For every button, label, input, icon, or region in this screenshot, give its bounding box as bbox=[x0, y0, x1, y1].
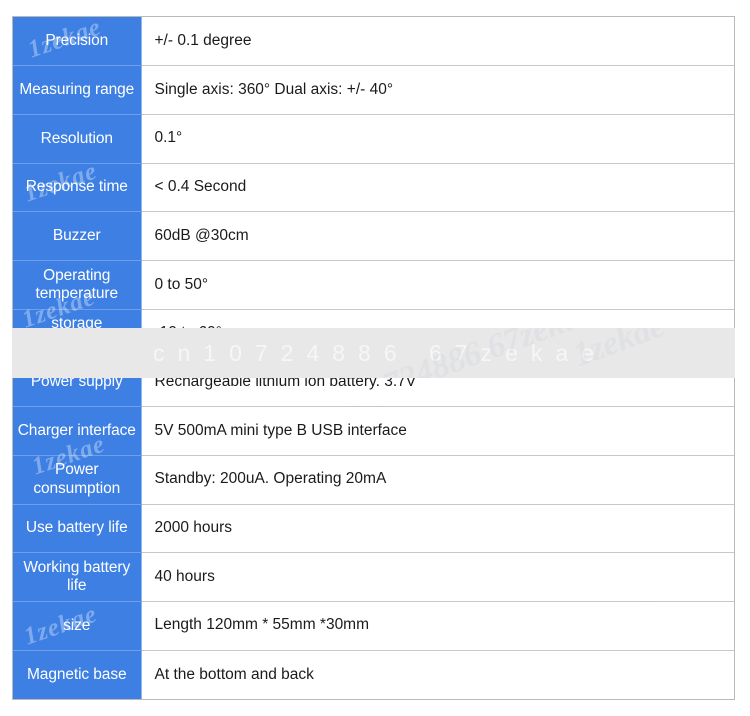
table-row: Charger interface 5V 500mA mini type B U… bbox=[13, 406, 734, 456]
table-row: Operating temperature 0 to 50° bbox=[13, 260, 734, 310]
spec-value-precision: +/- 0.1 degree bbox=[141, 17, 734, 67]
spec-label-resolution: Resolution bbox=[13, 114, 142, 164]
spec-value-operating-temperature: 0 to 50° bbox=[141, 260, 734, 310]
spec-value-power-supply: Rechargeable lithium ion battery. 3.7V bbox=[141, 357, 734, 408]
spec-value-size: Length 120mm * 55mm *30mm bbox=[141, 601, 734, 651]
table-row: Power consumption Standby: 200uA. Operat… bbox=[13, 455, 734, 505]
spec-label-response-time: Response time bbox=[13, 163, 142, 213]
spec-label-operating-temperature: Operating temperature bbox=[13, 260, 142, 310]
spec-value-power-consumption: Standby: 200uA. Operating 20mA bbox=[141, 455, 734, 505]
spec-value-storage-temperature: -10 to 60° bbox=[141, 309, 734, 359]
spec-label-use-battery-life: Use battery life bbox=[13, 504, 142, 554]
table-row: storage temperature -10 to 60° bbox=[13, 309, 734, 359]
table-row: Buzzer 60dB @30cm bbox=[13, 211, 734, 262]
table-row: Power supply Rechargeable lithium ion ba… bbox=[13, 357, 734, 408]
specification-table-body: Precision +/- 0.1 degree Measuring range… bbox=[13, 17, 734, 699]
spec-label-working-battery-life: Working battery life bbox=[13, 552, 142, 602]
spec-value-buzzer: 60dB @30cm bbox=[141, 211, 734, 262]
table-row: Magnetic base At the bottom and back bbox=[13, 650, 734, 699]
specification-sheet: Precision +/- 0.1 degree Measuring range… bbox=[12, 13, 735, 703]
spec-label-size: size bbox=[13, 601, 142, 651]
table-row: Response time < 0.4 Second bbox=[13, 163, 734, 213]
spec-value-charger-interface: 5V 500mA mini type B USB interface bbox=[141, 406, 734, 456]
spec-value-resolution: 0.1° bbox=[141, 114, 734, 164]
table-row: Measuring range Single axis: 360° Dual a… bbox=[13, 65, 734, 115]
table-row: Resolution 0.1° bbox=[13, 114, 734, 164]
specification-table: Precision +/- 0.1 degree Measuring range… bbox=[13, 17, 734, 699]
table-row: Use battery life 2000 hours bbox=[13, 504, 734, 554]
spec-label-precision: Precision bbox=[13, 17, 142, 67]
spec-label-power-consumption: Power consumption bbox=[13, 455, 142, 505]
table-row: Precision +/- 0.1 degree bbox=[13, 17, 734, 67]
spec-value-use-battery-life: 2000 hours bbox=[141, 504, 734, 554]
spec-value-measuring-range: Single axis: 360° Dual axis: +/- 40° bbox=[141, 65, 734, 115]
spec-value-response-time: < 0.4 Second bbox=[141, 163, 734, 213]
table-row: Working battery life 40 hours bbox=[13, 552, 734, 602]
spec-label-charger-interface: Charger interface bbox=[13, 406, 142, 456]
spec-value-working-battery-life: 40 hours bbox=[141, 552, 734, 602]
spec-label-buzzer: Buzzer bbox=[13, 211, 142, 262]
table-row: size Length 120mm * 55mm *30mm bbox=[13, 601, 734, 651]
spec-label-storage-temperature: storage temperature bbox=[13, 309, 142, 359]
spec-label-measuring-range: Measuring range bbox=[13, 65, 142, 115]
spec-label-power-supply: Power supply bbox=[13, 357, 142, 408]
spec-label-magnetic-base: Magnetic base bbox=[13, 650, 142, 699]
spec-value-magnetic-base: At the bottom and back bbox=[141, 650, 734, 699]
